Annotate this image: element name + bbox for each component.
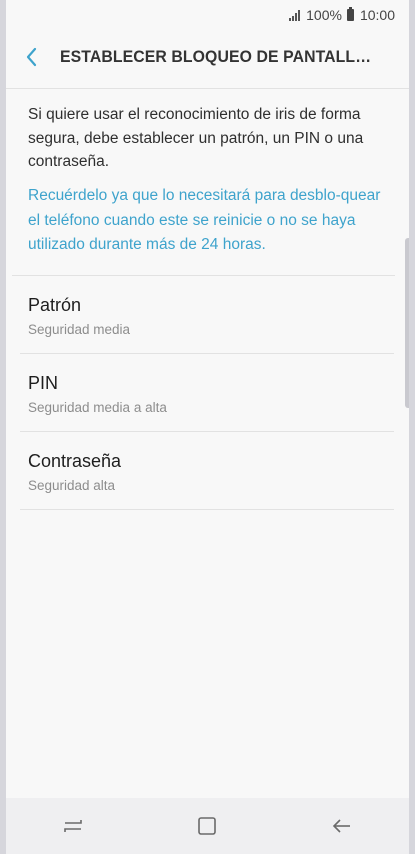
battery-icon (346, 7, 354, 21)
edge-panel-handle[interactable] (405, 238, 409, 408)
option-subtitle: Seguridad alta (28, 478, 116, 493)
header-divider (6, 88, 409, 89)
option-pin[interactable]: PIN Seguridad media a alta (20, 354, 394, 432)
battery-percent: 100% (306, 7, 342, 23)
recent-apps-button[interactable] (43, 806, 103, 846)
back-arrow-icon (332, 819, 350, 833)
recent-apps-icon (64, 820, 82, 832)
option-subtitle: Seguridad media a alta (28, 400, 167, 415)
option-pattern[interactable]: Patrón Seguridad media (20, 276, 394, 354)
option-title: Patrón (28, 295, 82, 315)
home-button[interactable] (177, 806, 237, 846)
screen: 100% 10:00 ESTABLECER BLOQUEO DE PANTALL… (6, 0, 409, 854)
app-bar: ESTABLECER BLOQUEO DE PANTALLA SEG... (6, 38, 409, 76)
signal-icon (289, 9, 301, 21)
chevron-left-icon (26, 47, 37, 67)
back-button[interactable] (10, 38, 54, 76)
intro-text: Si quiere usar el reconocimiento de iris… (28, 106, 364, 170)
option-title: PIN (28, 373, 59, 393)
home-icon (198, 817, 217, 835)
navigation-bar (6, 798, 409, 854)
page-title: ESTABLECER BLOQUEO DE PANTALLA SEG... (60, 47, 381, 66)
clock: 10:00 (359, 7, 395, 23)
option-title: Contraseña (28, 451, 122, 471)
status-bar: 100% 10:00 (6, 0, 409, 30)
note-text: Recuérdelo ya que lo necesitará para des… (28, 187, 381, 253)
option-password[interactable]: Contraseña Seguridad alta (20, 432, 394, 510)
option-subtitle: Seguridad media (28, 322, 131, 337)
back-nav-button[interactable] (312, 806, 372, 846)
